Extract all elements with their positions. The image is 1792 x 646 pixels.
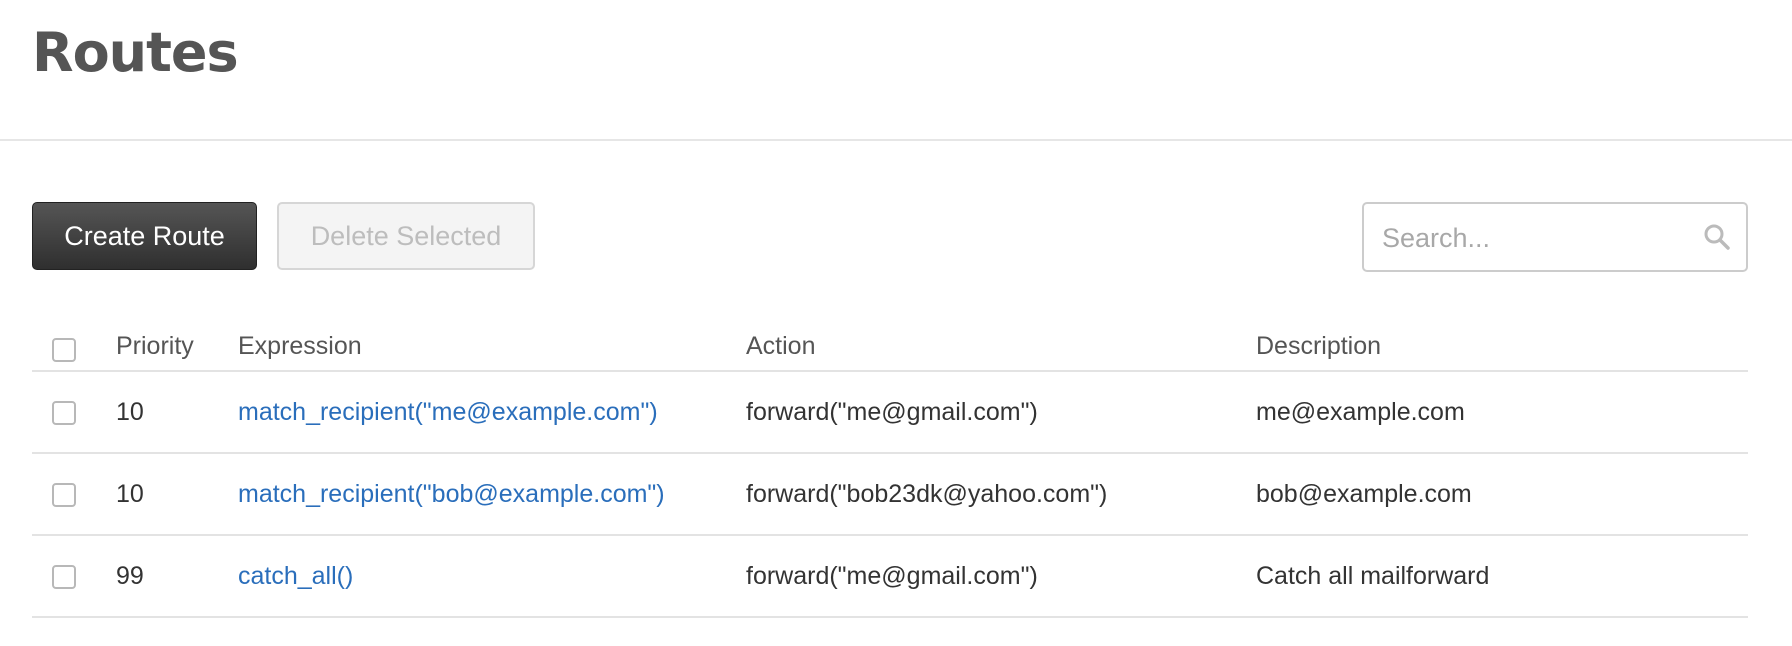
search-input[interactable] [1380,204,1684,272]
row-description: bob@example.com [1256,480,1472,508]
search-icon[interactable] [1702,222,1732,252]
row-priority: 10 [116,480,144,508]
search-box [1362,202,1748,272]
routes-page: Routes Create Route Delete Selected Prio… [0,0,1792,646]
row-expression-link[interactable]: match_recipient("me@example.com") [238,398,658,427]
column-header-description[interactable]: Description [1256,332,1381,361]
row-checkbox[interactable] [52,401,76,425]
table-header-row: Priority Expression Action Description [32,316,1748,372]
table-row: 10 match_recipient("bob@example.com") fo… [32,454,1748,536]
row-expression-link[interactable]: catch_all() [238,562,353,591]
row-checkbox[interactable] [52,565,76,589]
row-description: me@example.com [1256,398,1465,426]
row-expression-link[interactable]: match_recipient("bob@example.com") [238,480,665,509]
table-row: 10 match_recipient("me@example.com") for… [32,372,1748,454]
routes-table: Priority Expression Action Description 1… [32,316,1748,618]
row-checkbox[interactable] [52,483,76,507]
column-header-action[interactable]: Action [746,332,815,361]
row-action: forward("bob23dk@yahoo.com") [746,480,1108,508]
title-divider [0,139,1792,141]
page-title: Routes [32,21,239,84]
row-priority: 99 [116,562,144,590]
row-action: forward("me@gmail.com") [746,398,1038,426]
row-description: Catch all mailforward [1256,562,1490,590]
row-action: forward("me@gmail.com") [746,562,1038,590]
row-priority: 10 [116,398,144,426]
delete-selected-button[interactable]: Delete Selected [277,202,535,270]
create-route-button[interactable]: Create Route [32,202,257,270]
table-row: 99 catch_all() forward("me@gmail.com") C… [32,536,1748,618]
select-all-checkbox[interactable] [52,338,76,362]
column-header-priority[interactable]: Priority [116,332,194,361]
column-header-expression[interactable]: Expression [238,332,362,361]
